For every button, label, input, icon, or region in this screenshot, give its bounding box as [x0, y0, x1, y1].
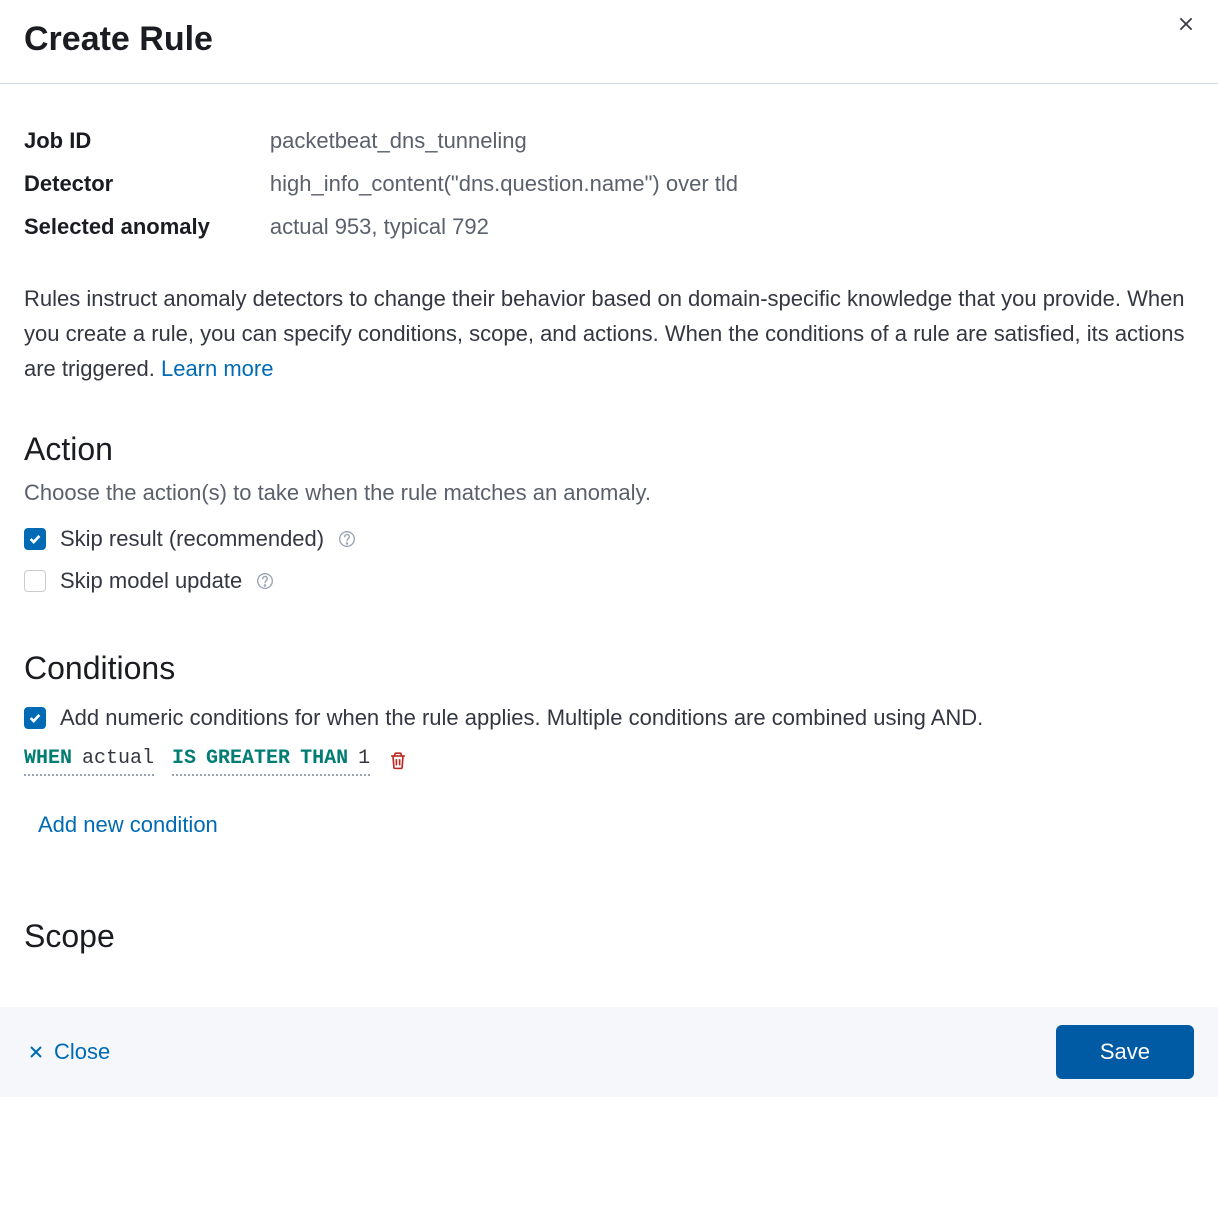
info-table: Job ID packetbeat_dns_tunneling Detector… [24, 124, 738, 253]
job-id-label: Job ID [24, 124, 270, 167]
condition-row: WHEN actual IS GREATER THAN 1 [24, 747, 1194, 776]
help-icon[interactable] [256, 572, 274, 590]
close-icon[interactable] [1172, 10, 1200, 38]
detector-value: high_info_content("dns.question.name") o… [270, 167, 738, 210]
scope-section-title: Scope [24, 918, 1194, 955]
learn-more-link[interactable]: Learn more [161, 356, 274, 381]
skip-result-checkbox[interactable] [24, 528, 46, 550]
modal-header: Create Rule [0, 0, 1218, 84]
when-keyword: WHEN [24, 747, 72, 770]
selected-anomaly-label: Selected anomaly [24, 210, 270, 253]
action-section-title: Action [24, 431, 1194, 468]
add-condition-button[interactable]: Add new condition [38, 812, 218, 838]
operator-than: THAN [300, 747, 348, 770]
create-rule-modal: Create Rule Job ID packetbeat_dns_tunnel… [0, 0, 1218, 1097]
selected-anomaly-value: actual 953, typical 792 [270, 210, 738, 253]
modal-body: Job ID packetbeat_dns_tunneling Detector… [0, 84, 1218, 1007]
modal-footer: Close Save [0, 1007, 1218, 1097]
conditions-section-title: Conditions [24, 650, 1194, 687]
close-button[interactable]: Close [24, 1031, 114, 1073]
close-button-label: Close [54, 1039, 110, 1065]
help-icon[interactable] [338, 530, 356, 548]
conditions-enable-checkbox[interactable] [24, 707, 46, 729]
conditions-enable-row: Add numeric conditions for when the rule… [24, 705, 1194, 731]
condition-applies-to[interactable]: WHEN actual [24, 747, 154, 776]
condition-operator[interactable]: IS GREATER THAN 1 [172, 747, 370, 776]
save-button[interactable]: Save [1056, 1025, 1194, 1079]
skip-model-row: Skip model update [24, 568, 1194, 594]
modal-title: Create Rule [24, 20, 1194, 59]
skip-result-row: Skip result (recommended) [24, 526, 1194, 552]
trash-icon[interactable] [388, 751, 408, 771]
skip-result-label: Skip result (recommended) [60, 526, 324, 552]
job-id-value: packetbeat_dns_tunneling [270, 124, 738, 167]
action-section-subtitle: Choose the action(s) to take when the ru… [24, 480, 1194, 506]
skip-model-label: Skip model update [60, 568, 242, 594]
skip-model-checkbox[interactable] [24, 570, 46, 592]
applies-to-value: actual [82, 747, 154, 770]
rule-description: Rules instruct anomaly detectors to chan… [24, 281, 1194, 387]
detector-label: Detector [24, 167, 270, 210]
condition-value: 1 [358, 747, 370, 770]
operator-is: IS [172, 747, 196, 770]
operator-greater: GREATER [206, 747, 290, 770]
conditions-enable-label: Add numeric conditions for when the rule… [60, 705, 983, 731]
